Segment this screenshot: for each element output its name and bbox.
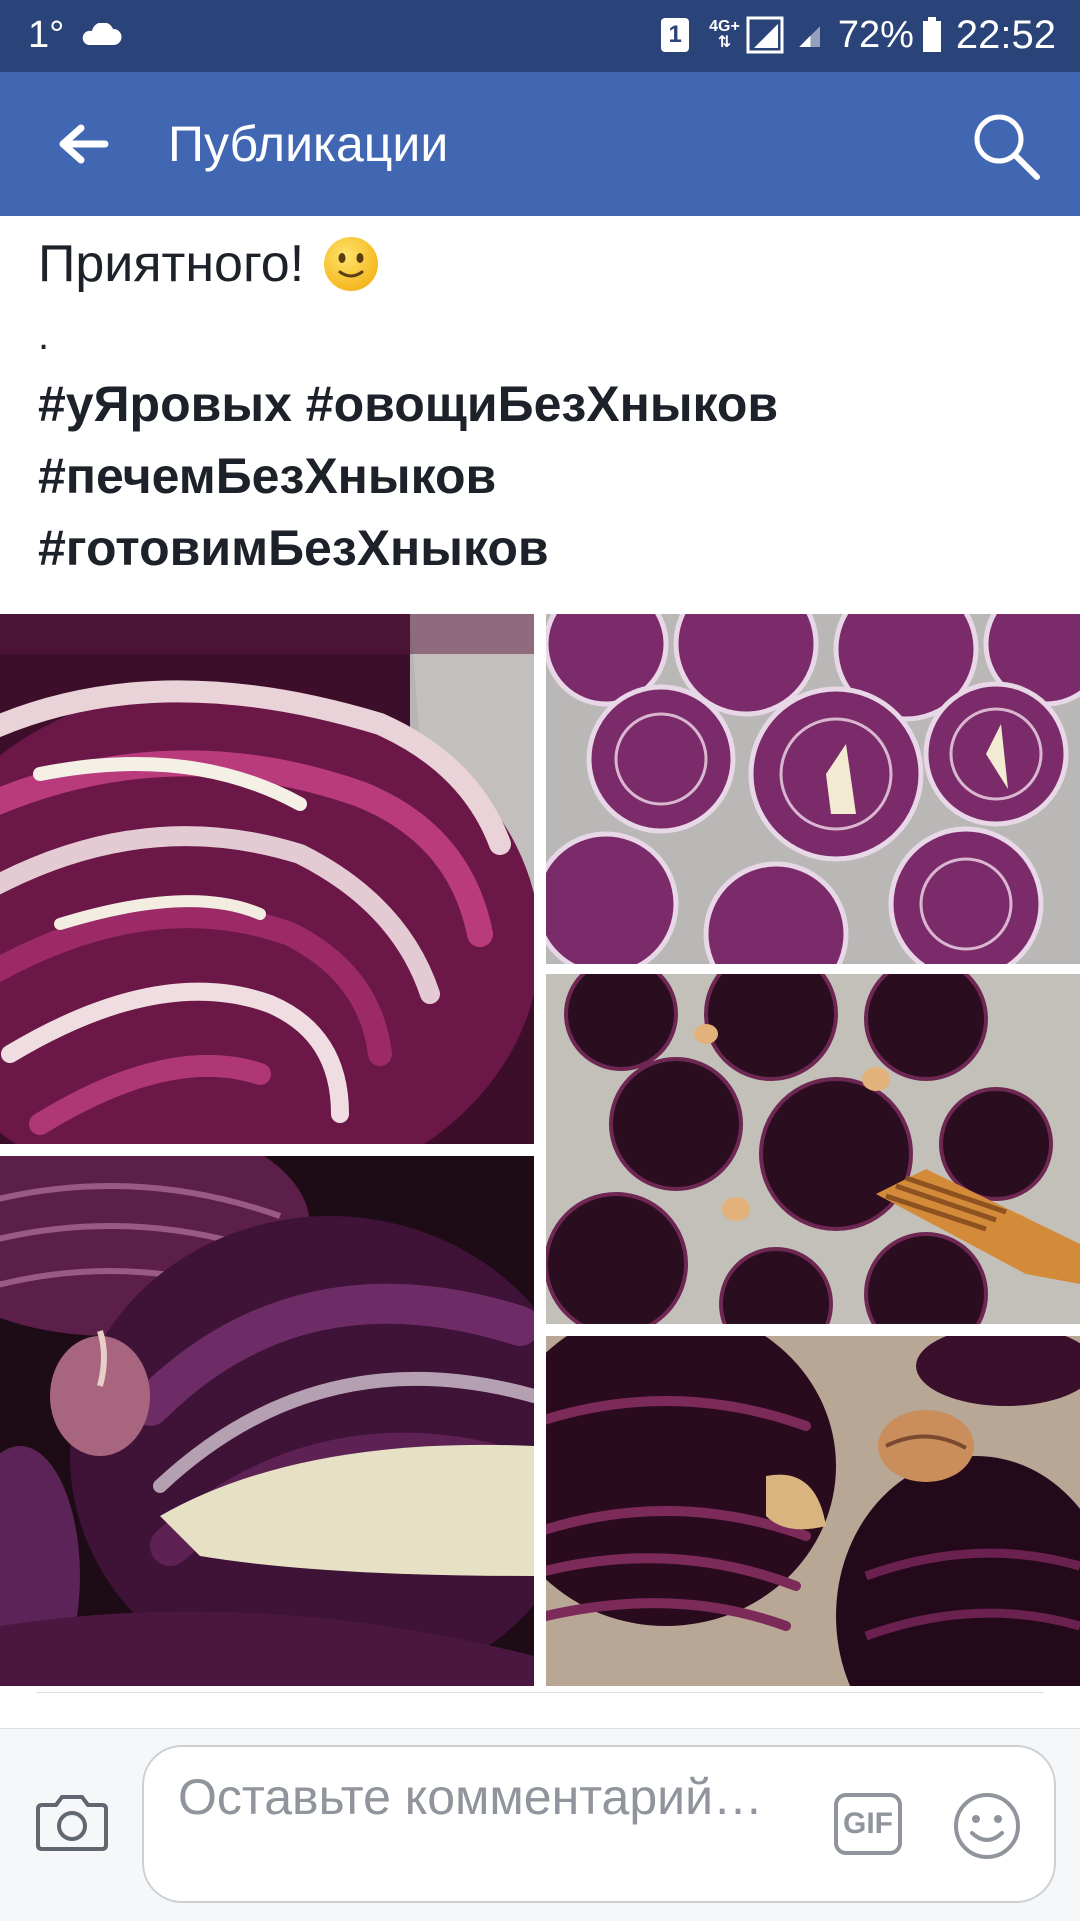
status-right: 1 4G+ ⇅ 72% 22:52 [661, 10, 1056, 60]
signal-strength-secondary-icon [799, 26, 820, 47]
red-cabbage-closeup-photo[interactable] [0, 614, 534, 1144]
comment-bar: Оставьте комментарий… GIF [0, 1728, 1080, 1921]
roasted-cabbage-with-spatula-photo[interactable] [546, 974, 1080, 1324]
red-cabbage-slices-on-foil-photo[interactable] [546, 614, 1080, 964]
post-divider [36, 1692, 1044, 1693]
post-text: Приятного! . #уЯровых #овощиБезХныков #п… [38, 228, 1048, 584]
cabbage-with-garlic-photo[interactable] [0, 1156, 534, 1686]
hashtag-line[interactable]: #готовимБезХныков [38, 512, 1048, 584]
hashtags: #уЯровых #овощиБезХныков #печемБезХныков… [38, 368, 1048, 584]
battery-icon [922, 17, 941, 52]
camera-icon [36, 1795, 108, 1851]
clock: 22:52 [955, 12, 1056, 57]
comment-placeholder: Оставьте комментарий… [178, 1769, 764, 1825]
status-bar: 1° 1 4G+ ⇅ 72% 22:52 [0, 0, 1080, 72]
search-button[interactable] [966, 106, 1046, 186]
back-button[interactable] [44, 114, 124, 174]
roasted-cabbage-closeup-photo[interactable] [546, 1336, 1080, 1686]
arrow-left-icon [59, 124, 109, 164]
hashtag-line[interactable]: #печемБезХныков [38, 440, 1048, 512]
photo-grid [0, 614, 1080, 1686]
post-message-text: Приятного! [38, 235, 305, 293]
gif-button[interactable]: GIF [834, 1793, 902, 1855]
smiley-icon[interactable] [952, 1791, 1022, 1861]
camera-button[interactable] [36, 1791, 108, 1853]
post-message: Приятного! [38, 228, 1048, 300]
cloud-icon [83, 23, 122, 45]
network-type-label: 4G+ [709, 18, 740, 35]
app-bar: Публикации [0, 72, 1080, 216]
slightly-smiling-face-emoji [324, 237, 379, 291]
sim-badge: 1 [661, 18, 690, 52]
search-icon [974, 114, 1040, 180]
status-left: 1° [28, 10, 122, 60]
comment-input[interactable]: Оставьте комментарий… GIF [142, 1745, 1056, 1903]
temperature: 1° [28, 13, 65, 56]
battery-percent: 72% [837, 13, 914, 56]
page-title: Публикации [168, 116, 449, 172]
signal-strength-icon [746, 16, 784, 54]
network-type: 4G+ ⇅ [709, 18, 740, 51]
hashtag-line[interactable]: #уЯровых #овощиБезХныков [38, 368, 1048, 440]
separator-dot: . [38, 314, 50, 358]
